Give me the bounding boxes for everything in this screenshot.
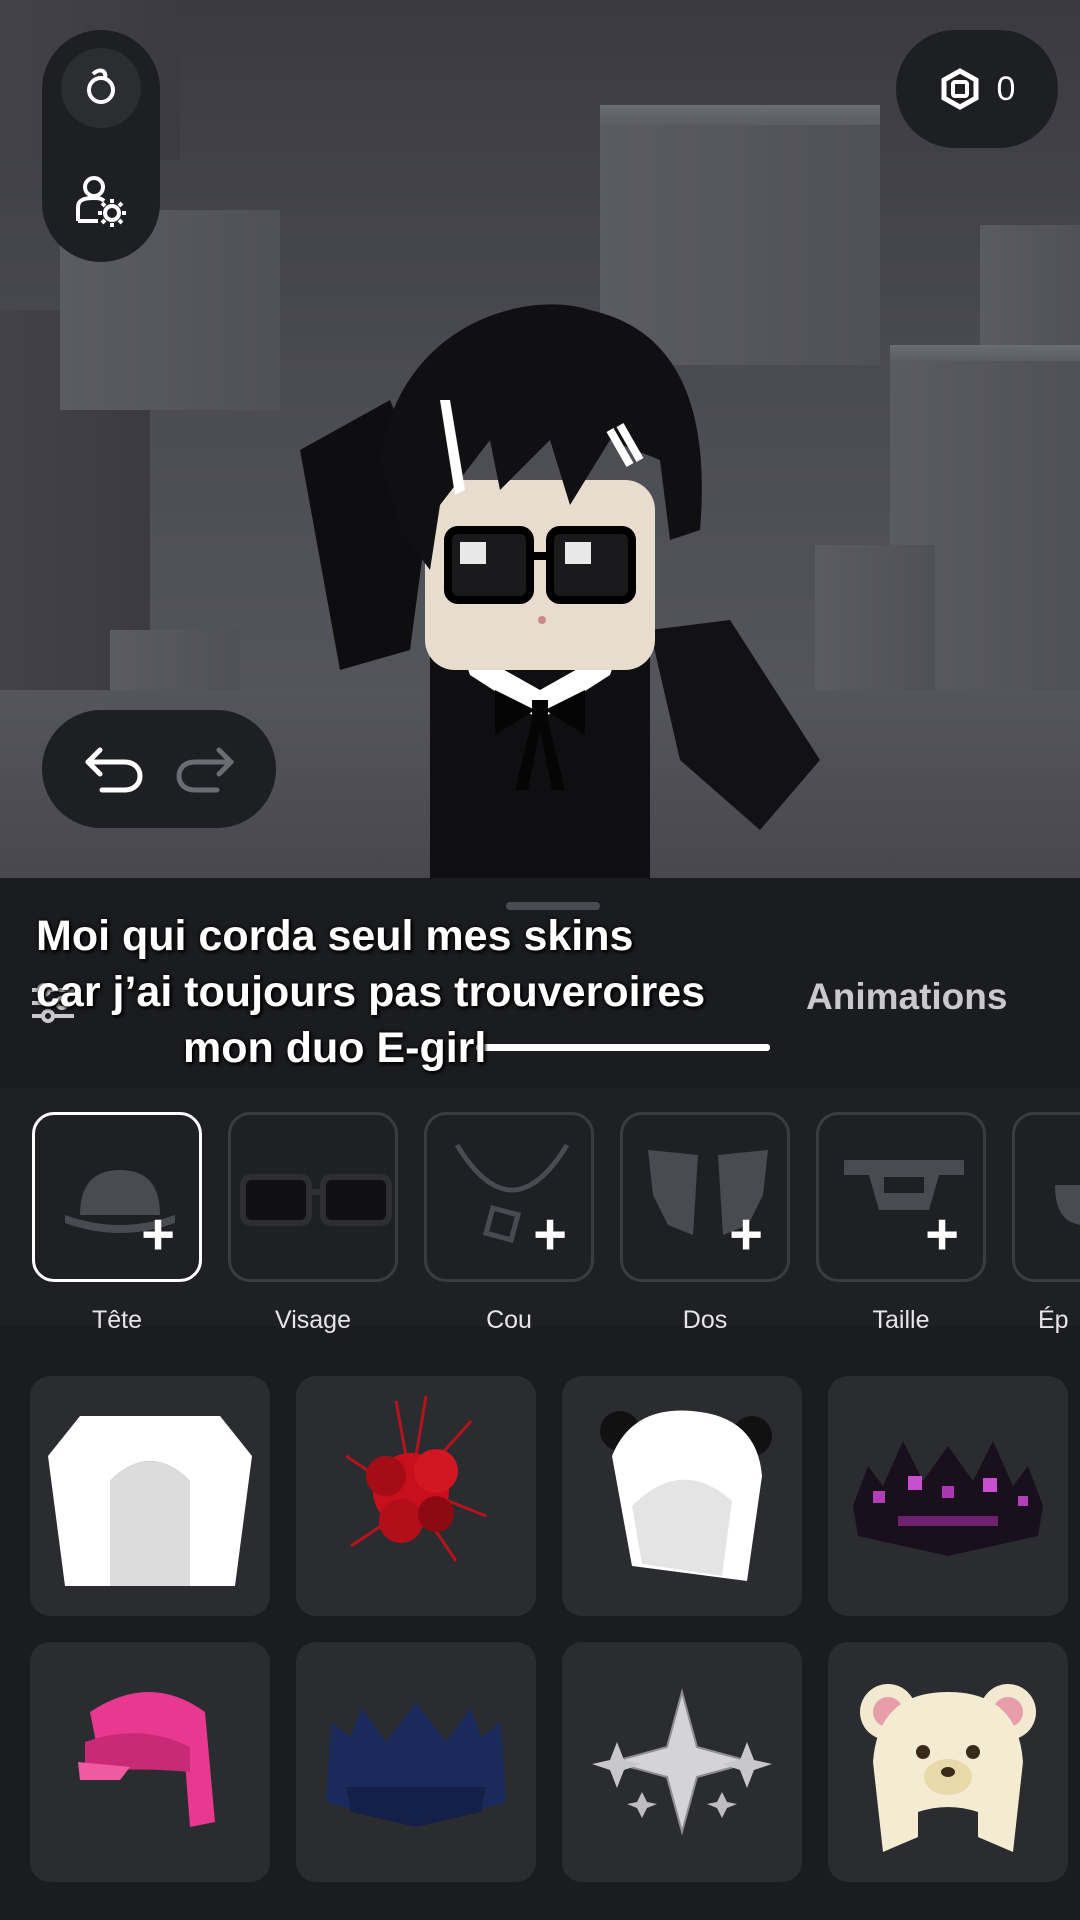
bear-hood-icon	[600, 1410, 772, 1581]
history-controls	[42, 710, 276, 828]
subcategory-cou[interactable]: + Cou	[424, 1112, 594, 1335]
shoulder-icon	[1055, 1185, 1080, 1225]
add-icon: +	[925, 1202, 959, 1267]
belt-icon	[844, 1160, 964, 1210]
pink-hood-cap-item[interactable]	[30, 1642, 270, 1882]
pixel-crown-icon	[853, 1441, 1043, 1556]
avatar-controls-pill	[42, 30, 160, 262]
hat-icon	[65, 1170, 175, 1233]
silver-star-crown-item[interactable]	[562, 1642, 802, 1882]
subcategory-visage[interactable]: Visage	[228, 1112, 398, 1335]
avatar-character	[300, 304, 820, 878]
add-icon: +	[729, 1202, 763, 1267]
red-spider-lily-item[interactable]	[296, 1376, 536, 1616]
navy-pixel-crown-item[interactable]	[296, 1642, 536, 1882]
undo-arrow-icon[interactable]	[82, 744, 146, 794]
robux-balance[interactable]: 0	[896, 30, 1058, 148]
star-crown-icon	[592, 1688, 772, 1836]
avatar-pose-button[interactable]	[61, 48, 141, 128]
robux-amount: 0	[996, 69, 1016, 108]
caption-line-2: car j’ai toujours pas trouveroires	[36, 968, 706, 1016]
redo-arrow-icon[interactable]	[173, 744, 237, 794]
avatar-pose-icon	[87, 68, 115, 104]
video-caption: Moi qui corda seul mes skins car j’ai to…	[0, 908, 1080, 1076]
subcategory-tete[interactable]: + Tête	[32, 1112, 202, 1335]
navy-crown-icon	[326, 1702, 506, 1827]
bear-hat-icon	[860, 1684, 1036, 1852]
add-icon: +	[141, 1202, 175, 1267]
bear-hat-item[interactable]	[828, 1642, 1068, 1882]
caption-line-3: mon duo E-girl	[183, 1024, 487, 1072]
subcategory-row: + Tête Visage + Cou + Dos + Taille Ép	[0, 1088, 1080, 1334]
add-icon: +	[533, 1202, 567, 1267]
pink-cap-icon	[78, 1692, 215, 1827]
white-hood-item[interactable]	[30, 1376, 270, 1616]
subcategory-dos[interactable]: + Dos	[620, 1112, 790, 1335]
purple-pixel-crown-item[interactable]	[828, 1376, 1068, 1616]
red-flower-icon	[345, 1395, 487, 1562]
wings-icon	[648, 1150, 768, 1235]
subcategory-taille[interactable]: + Taille	[816, 1112, 986, 1335]
white-hood-icon	[48, 1416, 252, 1586]
necklace-icon	[454, 1143, 570, 1243]
white-bear-hood-item[interactable]	[562, 1376, 802, 1616]
caption-line-1: Moi qui corda seul mes skins	[36, 912, 634, 960]
subcategory-epaule[interactable]: Ép	[1012, 1112, 1080, 1335]
glasses-icon	[240, 1174, 392, 1226]
robux-icon	[941, 68, 979, 110]
avatar-settings-icon	[76, 176, 126, 227]
avatar-settings-button[interactable]	[61, 162, 141, 242]
